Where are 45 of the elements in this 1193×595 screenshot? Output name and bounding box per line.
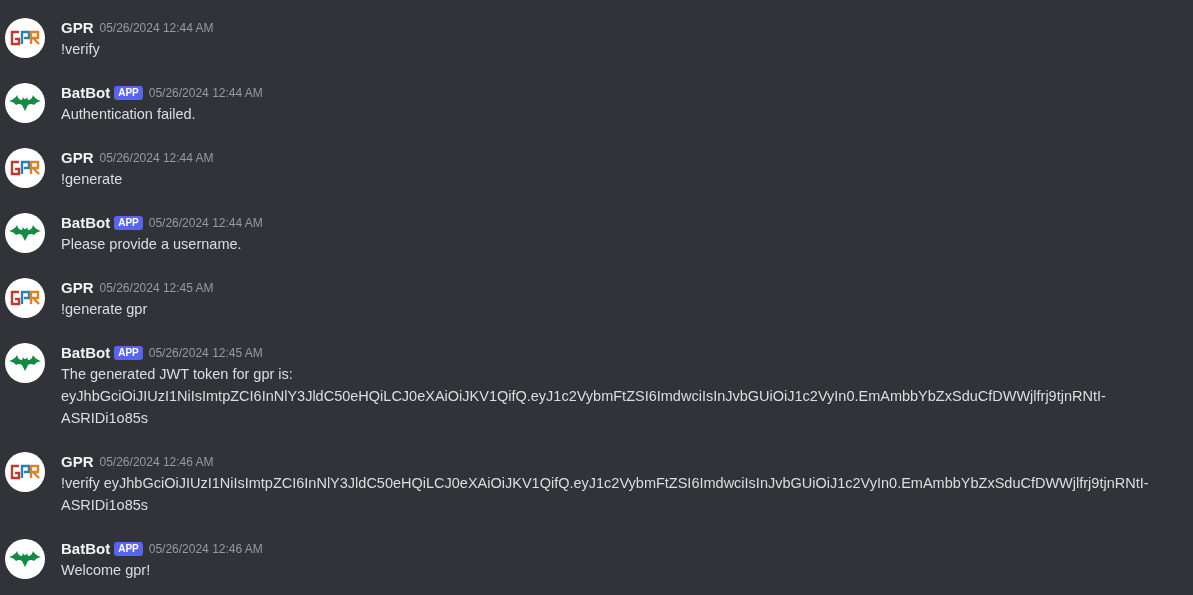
timestamp: 05/26/2024 12:46 AM xyxy=(99,454,214,471)
avatar[interactable] xyxy=(5,343,45,383)
avatar[interactable] xyxy=(5,148,45,188)
timestamp: 05/26/2024 12:44 AM xyxy=(148,85,263,102)
message-text: eyJhbGciOiJIUzI1NiIsImtpZCI6InNlY3JldC50eHQiLCJ0eXAiOiJKV1QifQ.eyJ1c2VybmFtZSI6ImdwciIsInJvbGUiOiJ1c2VyIn0.EmAmbbYbZxSduCfDWWjlfrj9tjnRNtI-ASRIDi1o85s xyxy=(61,387,1107,428)
message-text: The generated JWT token for gpr is: xyxy=(61,365,294,384)
message-text: Authentication failed. xyxy=(61,105,197,124)
app-tag: APP xyxy=(114,542,143,556)
logo-icon xyxy=(10,160,40,176)
app-tag: APP xyxy=(114,216,143,230)
bat-icon xyxy=(9,225,41,241)
timestamp: 05/26/2024 12:45 AM xyxy=(99,280,214,297)
username[interactable]: GPR xyxy=(61,148,94,168)
app-tag: APP xyxy=(114,86,143,100)
bat-icon xyxy=(9,95,41,111)
username[interactable]: GPR xyxy=(61,278,94,298)
message-text: !generate gpr xyxy=(61,300,149,319)
app-tag: APP xyxy=(114,346,143,360)
timestamp: 05/26/2024 12:44 AM xyxy=(148,215,263,232)
timestamp: 05/26/2024 12:45 AM xyxy=(148,345,263,362)
bat-icon xyxy=(9,355,41,371)
timestamp: 05/26/2024 12:44 AM xyxy=(99,20,214,37)
avatar[interactable] xyxy=(5,18,45,58)
message-text: !verify xyxy=(61,40,101,59)
username[interactable]: GPR xyxy=(61,452,94,472)
message-text: Welcome gpr! xyxy=(61,561,152,580)
username[interactable]: BatBot xyxy=(61,343,111,363)
username[interactable]: BatBot xyxy=(61,83,111,103)
avatar[interactable] xyxy=(5,539,45,579)
logo-icon xyxy=(10,290,40,306)
timestamp: 05/26/2024 12:44 AM xyxy=(99,150,214,167)
bat-icon xyxy=(9,551,41,567)
username[interactable]: BatBot xyxy=(61,213,111,233)
username[interactable]: BatBot xyxy=(61,539,111,559)
logo-icon xyxy=(10,464,40,480)
logo-icon xyxy=(10,30,40,46)
username[interactable]: GPR xyxy=(61,18,94,38)
avatar[interactable] xyxy=(5,83,45,123)
avatar[interactable] xyxy=(5,278,45,318)
timestamp: 05/26/2024 12:46 AM xyxy=(148,541,263,558)
avatar[interactable] xyxy=(5,452,45,492)
message-text: Please provide a username. xyxy=(61,235,243,254)
message-text: !generate xyxy=(61,170,124,189)
avatar[interactable] xyxy=(5,213,45,253)
message-text: !verify eyJhbGciOiJIUzI1NiIsImtpZCI6InNlY3JldC50eHQiLCJ0eXAiOiJKV1QifQ.eyJ1c2VybmFtZSI6ImdwciIsInJvbGUiOiJ1c2VyIn0.EmAmbbYbZxSduCfDWWjlfrj9tjnRNtI-ASRIDi1o85s xyxy=(61,474,1150,515)
